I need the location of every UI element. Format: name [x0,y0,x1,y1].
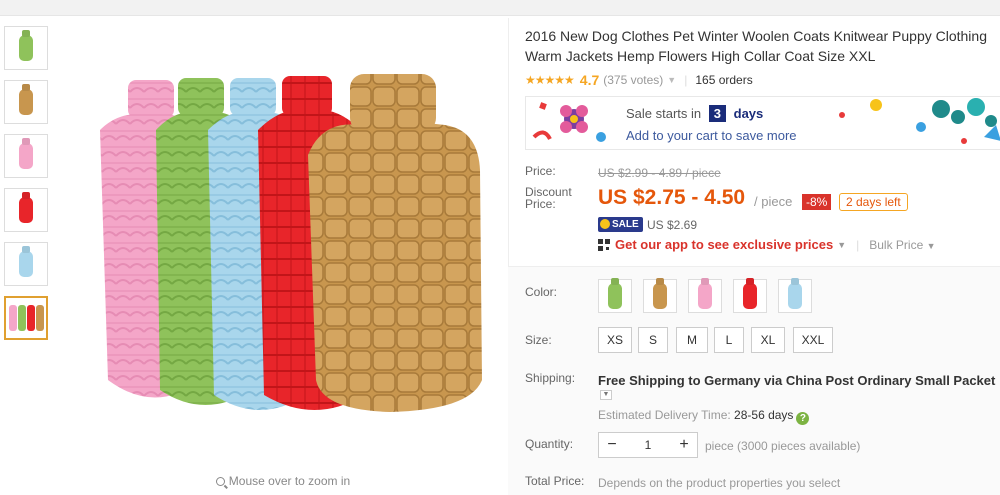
sweater-icon [19,197,33,223]
thumbnail-list [4,26,50,350]
thumbnail-red[interactable] [4,188,48,232]
delivery-label: Estimated Delivery Time: [598,408,731,422]
app-prices-link[interactable]: Get our app to see exclusive prices [615,237,833,252]
sale-countdown: Sale starts in 3 days [626,105,763,122]
votes-link[interactable]: (375 votes) [603,73,663,87]
sweater-icon [653,283,667,309]
title-container: 2016 New Dog Clothes Pet Winter Woolen C… [525,26,1000,70]
separator: | [684,73,688,87]
zoom-hint-text: Mouse over to zoom in [228,474,351,488]
thumbnail-light-blue[interactable] [4,242,48,286]
thumbnail-pink[interactable] [4,134,48,178]
discount-price: US $2.75 - 4.50 [598,186,746,209]
thumbnail-green[interactable] [4,26,48,70]
sweater-icon [608,283,622,309]
days-left-badge: 2 days left [839,193,908,211]
size-s[interactable]: S [638,327,668,353]
qr-code-icon [598,238,610,251]
top-bar [0,0,1000,16]
star-icons: ★★★★★ [525,73,575,87]
size-l[interactable]: L [714,327,744,353]
minus-icon[interactable]: − [599,433,625,457]
color-label: Color: [525,285,558,299]
quantity-label: Quantity: [525,437,574,451]
help-icon[interactable]: ? [796,412,810,425]
color-swatch-red[interactable] [733,279,767,313]
total-price-note: Depends on the product properties you se… [598,476,841,490]
sale-badge: SALE [598,217,643,232]
magnifier-icon [215,477,225,486]
rating-row: ★★★★★ 4.7 (375 votes) ▼ | 165 orders [525,72,753,88]
bulk-price-link[interactable]: Bulk Price ▼ [856,238,935,252]
color-swatch-light-blue[interactable] [778,279,812,313]
color-swatch-green[interactable] [598,279,632,313]
chevron-down-icon: ▼ [926,240,936,251]
shipping-method[interactable]: Free Shipping to Germany via China Post … [598,373,995,388]
sale-banner[interactable]: Sale starts in 3 days Add to your cart t… [525,96,1000,150]
sweater-icon [788,283,802,309]
product-title: 2016 New Dog Clothes Pet Winter Woolen C… [525,28,987,64]
size-xl[interactable]: XL [751,327,785,353]
product-image[interactable] [60,20,506,465]
sweater-icon [19,89,33,115]
quantity-input[interactable]: 1 [625,433,671,457]
banner-cta[interactable]: Add to your cart to save more [626,128,797,143]
sweater-icon [19,35,33,61]
price-label: Price: [525,164,556,178]
bulk-price-text: Bulk Price [869,237,924,252]
discount-price-label: Discount Price: [525,185,572,211]
size-label: Size: [525,333,552,347]
days-label: days [733,106,764,121]
app-price-row: Get our app to see exclusive prices ▼ Bu… [598,237,936,252]
days-count: 3 [708,105,727,122]
size-xxl[interactable]: XXL [793,327,833,353]
orders-count: 165 orders [695,73,753,87]
total-price-label: Total Price: [525,474,585,488]
color-swatch-khaki[interactable] [643,279,677,313]
sweater-icon [19,251,33,277]
discount-badge: -8% [802,194,832,210]
chevron-down-icon[interactable]: ▼ [667,75,676,85]
size-xs[interactable]: XS [598,327,632,353]
quantity-stepper: − 1 + [598,432,698,458]
quantity-available: piece (3000 pieces available) [705,439,861,453]
shipping-label: Shipping: [525,371,576,385]
zoom-hint: Mouse over to zoom in [60,474,506,488]
rating-value: 4.7 [579,72,600,88]
color-swatch-pink[interactable] [688,279,722,313]
delivery-days: 28-56 days [734,408,794,422]
sweater-icon [743,283,757,309]
sweaters-icon [8,305,44,331]
sweater-icon [19,143,33,169]
chevron-down-icon[interactable]: ▼ [600,390,612,400]
sale-price: US $2.69 [647,218,698,232]
sweater-icon [698,283,712,309]
thumbnail-all-colors[interactable] [4,296,48,340]
chevron-down-icon[interactable]: ▼ [837,240,846,250]
sale-starts-text: Sale starts in [626,106,702,121]
per-piece-unit: / piece [754,194,793,209]
thumbnail-khaki[interactable] [4,80,48,124]
plus-icon[interactable]: + [671,433,697,457]
original-price: US $2.99 - 4.89 / piece [598,166,721,180]
delivery-time: Estimated Delivery Time: 28-56 days? [598,408,810,425]
size-m[interactable]: M [676,327,708,353]
